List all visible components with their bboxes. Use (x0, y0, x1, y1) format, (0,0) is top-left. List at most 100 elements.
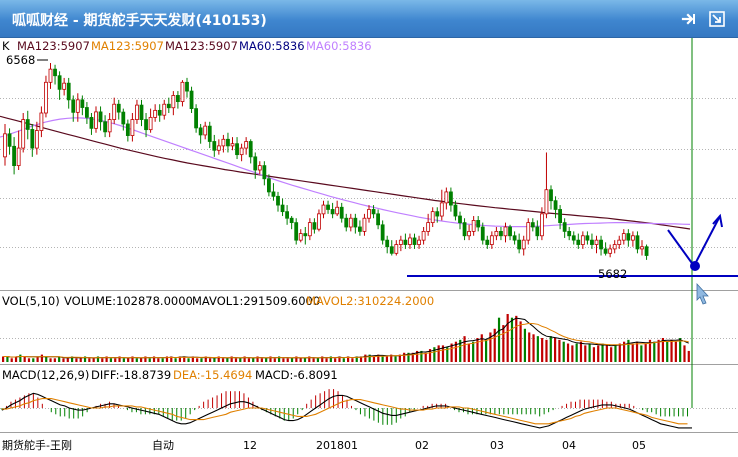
candle (112, 97, 117, 124)
candle (439, 189, 444, 221)
candle (66, 77, 71, 109)
volume-bar (196, 358, 199, 362)
volume-bar (515, 315, 518, 362)
candle (116, 99, 121, 120)
candle-body (62, 82, 67, 90)
candle (489, 231, 494, 249)
volume-bar (575, 343, 578, 362)
macd-value: MACD:-6.8091 (255, 368, 338, 382)
candle (107, 113, 112, 138)
candle (357, 220, 362, 236)
candle (535, 220, 540, 241)
candle (89, 113, 94, 135)
candle (62, 77, 67, 96)
volume-bar (523, 328, 527, 362)
volume-bar (187, 358, 190, 362)
candle (599, 235, 603, 256)
x-tick-label: 04 (562, 439, 576, 452)
candle-body (175, 95, 180, 103)
volume-bar (10, 358, 13, 362)
candle (362, 213, 367, 236)
candle-body (544, 189, 549, 215)
candle-body (644, 246, 649, 256)
candle-body (421, 230, 426, 241)
window-title: 呱呱财经 - 期货舵手天天发财(410153) (12, 13, 267, 29)
volume-bar (303, 358, 307, 362)
candle (207, 121, 212, 149)
candle-body (135, 104, 139, 120)
candle (526, 218, 531, 245)
volume-bar (200, 358, 203, 362)
candle (135, 99, 139, 124)
volume-bar (92, 358, 95, 362)
volume-bar (299, 358, 302, 362)
volume-bar (644, 343, 647, 362)
candle (12, 137, 17, 175)
volume-bar (27, 358, 31, 362)
chart-stage[interactable]: K MA123:5907 MA123:5907 MA123:5907 MA60:… (0, 38, 738, 457)
volume-bar (49, 358, 52, 362)
candle (189, 86, 194, 113)
restore-icon[interactable] (708, 10, 726, 28)
candle (321, 200, 326, 219)
volume-bar (109, 358, 113, 362)
candle-body (139, 104, 144, 120)
candle-body (599, 239, 603, 250)
volume-bar (687, 350, 690, 362)
candle-body (467, 230, 472, 237)
candle-body (476, 220, 481, 228)
candle-body (380, 224, 385, 241)
candle-body (7, 133, 12, 147)
candle-body (408, 237, 412, 245)
candle (180, 80, 185, 107)
pin-icon[interactable] (680, 10, 698, 28)
candle-body (621, 233, 626, 241)
volume-bar (592, 347, 596, 362)
volume-bar (657, 339, 660, 362)
candle (289, 216, 294, 230)
candle-body (590, 239, 594, 245)
pivot-dot (690, 261, 700, 271)
ma123-legend: MA123:5907 (165, 39, 238, 53)
candle-body (212, 141, 217, 151)
ma60-legend: MA60:5836 (306, 39, 372, 53)
candle (257, 161, 262, 175)
volume-bar (286, 358, 289, 362)
candle (157, 104, 162, 122)
volume-bar (6, 356, 9, 362)
candle (162, 99, 167, 120)
volume-bar (670, 339, 673, 362)
candle-body (148, 116, 153, 131)
volume-bar (209, 358, 212, 362)
candle-body (499, 230, 503, 237)
candle-body (298, 233, 303, 241)
candle-body (166, 103, 171, 109)
up-trend-arrow-line (693, 215, 721, 267)
volume-bar (502, 325, 505, 362)
candle-body (171, 95, 176, 109)
candle (307, 218, 312, 241)
candle-body (357, 226, 362, 232)
candle (576, 233, 581, 249)
low-price-label: 5682 (598, 267, 627, 281)
candle-body (326, 204, 330, 210)
candle-body (162, 103, 167, 116)
candle-body (512, 235, 517, 241)
candle (30, 123, 35, 157)
candle-body (526, 222, 531, 241)
candle-body (631, 235, 635, 241)
x-tick-label: 02 (415, 439, 429, 452)
candle-body (348, 217, 353, 228)
candle-body (262, 165, 267, 180)
candle (631, 231, 635, 247)
candle (503, 222, 508, 243)
candle-body (335, 206, 340, 215)
chart-canvas[interactable]: K MA123:5907 MA123:5907 MA123:5907 MA60:… (0, 38, 738, 457)
candle-body (321, 204, 326, 215)
candle (590, 233, 594, 249)
k-label: K (2, 39, 10, 53)
candle (594, 235, 599, 254)
ma123-legend: MA123:5907 (17, 39, 90, 53)
candle (403, 233, 408, 249)
candle (94, 106, 98, 133)
